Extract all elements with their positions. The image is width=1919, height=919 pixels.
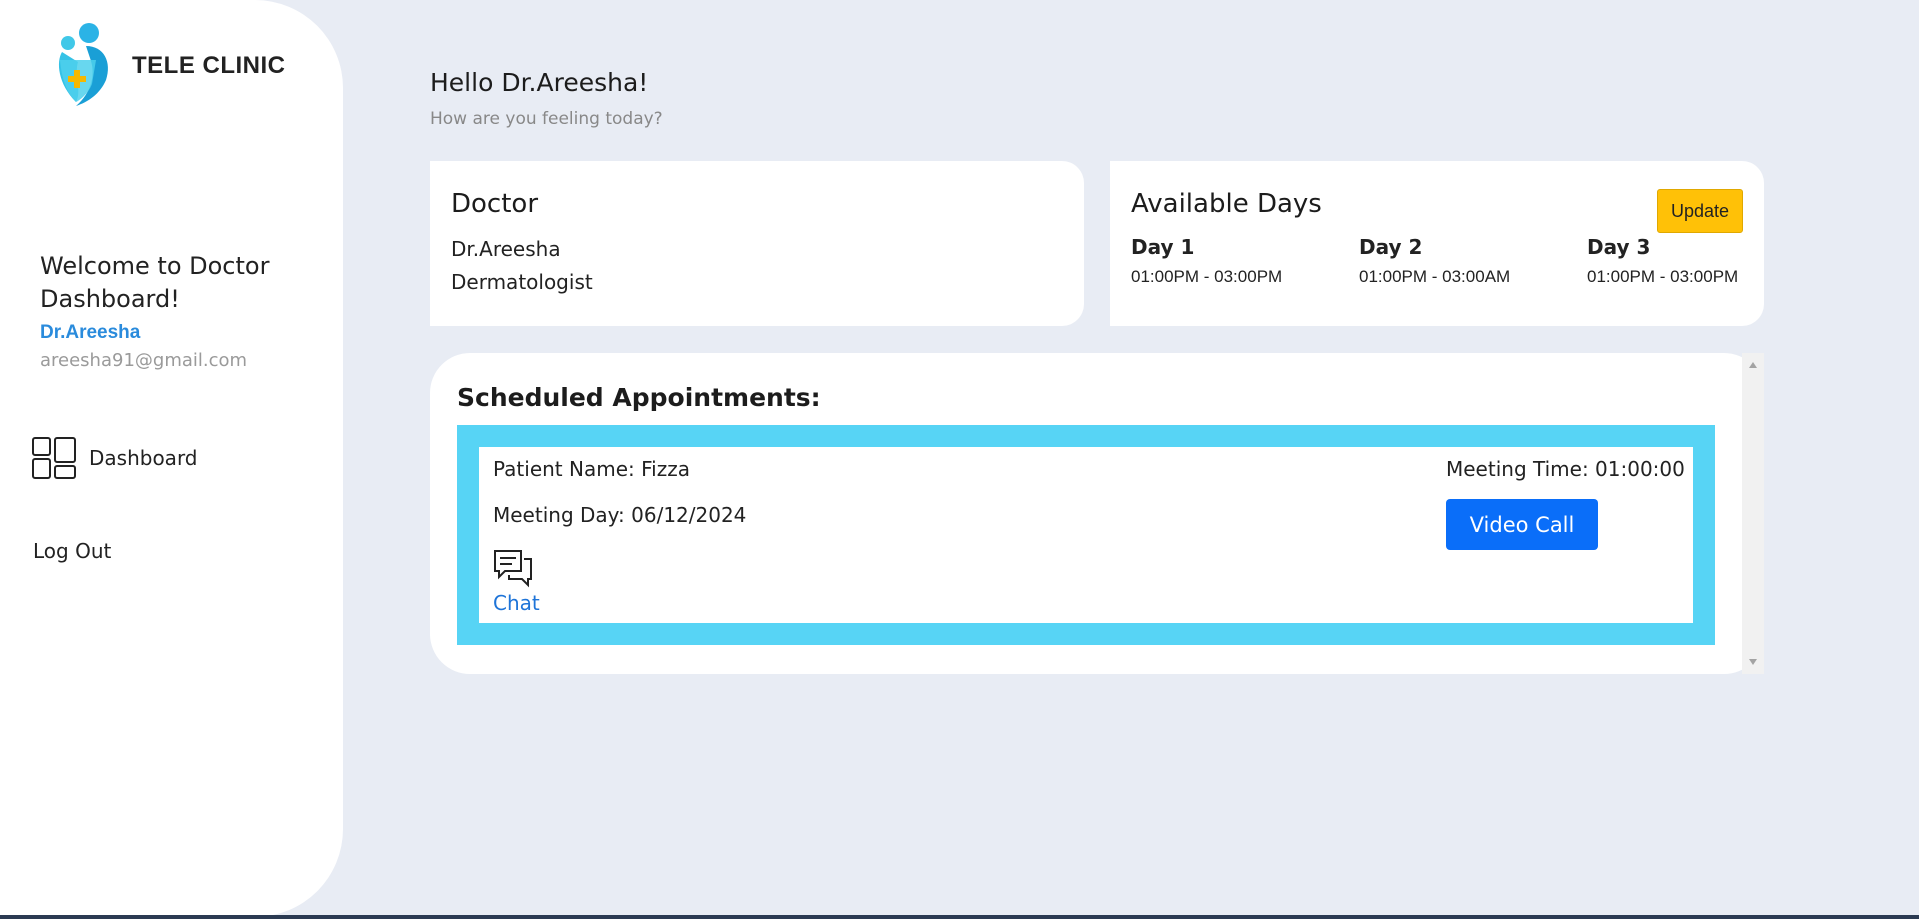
patient-name: Patient Name: Fizza <box>493 457 690 481</box>
appointments-title: Scheduled Appointments: <box>457 383 821 412</box>
nav-item-dashboard-label: Dashboard <box>89 446 198 470</box>
update-button[interactable]: Update <box>1657 189 1743 233</box>
day-label: Day 1 <box>1131 235 1195 259</box>
logout-link[interactable]: Log Out <box>33 539 111 563</box>
brand-name: TELE CLINIC <box>132 52 286 79</box>
tele-clinic-logo-icon <box>58 23 108 106</box>
day-slot: Day 3 01:00PM - 03:00PM <box>1587 235 1787 287</box>
scroll-up-arrow-icon[interactable] <box>1749 362 1757 368</box>
appointments-panel: Scheduled Appointments: Patient Name: Fi… <box>430 353 1764 674</box>
day-label: Day 3 <box>1587 235 1651 259</box>
brand-logo[interactable]: TELE CLINIC <box>52 22 286 108</box>
sidebar: TELE CLINIC Welcome to Doctor Dashboard!… <box>0 0 343 917</box>
day-slot: Day 1 01:00PM - 03:00PM <box>1131 235 1331 287</box>
video-call-button[interactable]: Video Call <box>1446 499 1598 550</box>
greeting-block: Hello Dr.Areesha! How are you feeling to… <box>430 68 663 129</box>
chat-bubbles-icon[interactable] <box>493 549 533 589</box>
meeting-time: Meeting Time: 01:00:00 <box>1446 457 1685 481</box>
available-days-card: Available Days Update Day 1 01:00PM - 03… <box>1110 161 1764 326</box>
available-days-title: Available Days <box>1131 189 1322 219</box>
bottom-edge <box>0 915 1919 919</box>
doctor-name: Dr.Areesha <box>451 237 561 261</box>
day-label: Day 2 <box>1359 235 1423 259</box>
welcome-title: Welcome to Doctor Dashboard! <box>40 252 270 313</box>
day-time: 01:00PM - 03:00PM <box>1587 267 1739 286</box>
scroll-down-arrow-icon[interactable] <box>1749 659 1757 665</box>
user-email: areesha91@gmail.com <box>40 350 248 371</box>
chat-link[interactable]: Chat <box>493 591 540 615</box>
doctor-card: Doctor Dr.Areesha Dermatologist <box>430 161 1084 326</box>
page-subtitle: How are you feeling today? <box>430 109 663 129</box>
dashboard-grid-icon <box>32 437 76 479</box>
welcome-panel: Welcome to Doctor Dashboard! Dr.Areesha … <box>40 250 320 371</box>
day-time: 01:00PM - 03:00AM <box>1359 267 1511 286</box>
appointment-card-body: Patient Name: Fizza Meeting Day: 06/12/2… <box>479 447 1693 623</box>
meeting-day: Meeting Day: 06/12/2024 <box>493 503 747 527</box>
day-slot: Day 2 01:00PM - 03:00AM <box>1359 235 1559 287</box>
appointments-scrollbar[interactable] <box>1742 353 1764 674</box>
doctor-specialty: Dermatologist <box>451 270 593 294</box>
day-time: 01:00PM - 03:00PM <box>1131 267 1283 286</box>
page-title: Hello Dr.Areesha! <box>430 68 649 97</box>
appointment-card: Patient Name: Fizza Meeting Day: 06/12/2… <box>457 425 1715 645</box>
nav-item-dashboard[interactable]: Dashboard <box>32 437 198 479</box>
user-name: Dr.Areesha <box>40 322 141 343</box>
doctor-card-title: Doctor <box>451 189 539 219</box>
